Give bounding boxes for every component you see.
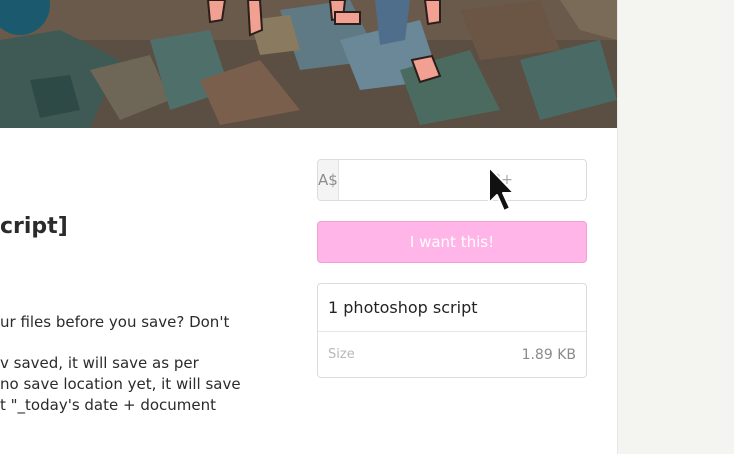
product-page: cript] ur files before you save? Don't v… (0, 0, 734, 454)
description-line: no save location yet, it will save (0, 375, 241, 393)
page-gutter (617, 0, 734, 454)
currency-label: A$ (318, 160, 339, 200)
size-row: Size 1.89 KB (318, 332, 586, 377)
size-value: 1.89 KB (521, 346, 576, 363)
description-line: v saved, it will save as per (0, 354, 199, 372)
description-line: t "_today's date + document (0, 396, 217, 414)
price-input[interactable] (338, 160, 586, 200)
size-label: Size (328, 347, 355, 362)
buy-button[interactable]: I want this! (317, 221, 587, 263)
details-title: 1 photoshop script (318, 284, 586, 332)
product-details: 1 photoshop script Size 1.89 KB (317, 283, 587, 378)
price-field[interactable]: A$ (317, 159, 587, 201)
description-gap (0, 333, 260, 353)
product-description: ur files before you save? Don't v saved,… (0, 312, 260, 416)
description-line: ur files before you save? Don't (0, 313, 230, 331)
cover-image (0, 0, 617, 128)
product-card: cript] ur files before you save? Don't v… (0, 0, 617, 454)
product-title: cript] (0, 214, 68, 239)
mouse-pointer-icon (488, 166, 515, 212)
